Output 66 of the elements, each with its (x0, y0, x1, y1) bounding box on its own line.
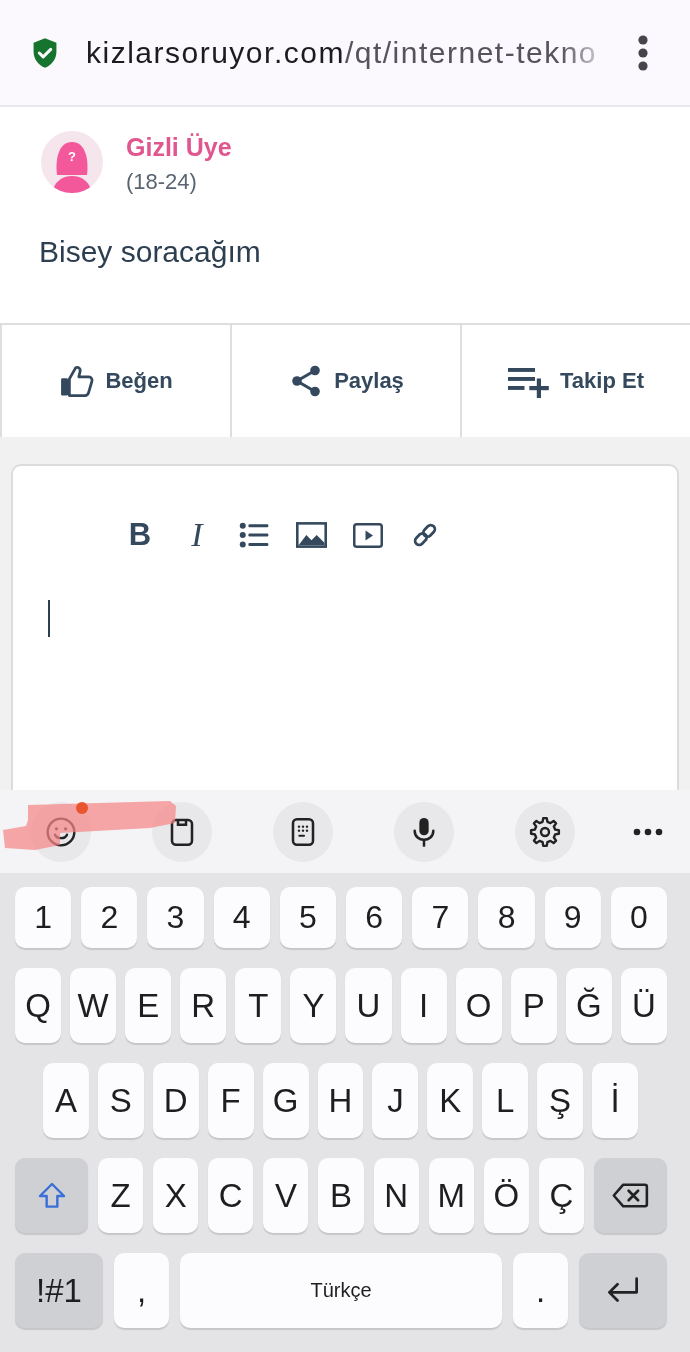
play-video-icon (353, 522, 383, 548)
keyboard-key[interactable]: Ç (538, 1158, 584, 1233)
keyboard-key[interactable]: 9 (544, 887, 601, 948)
italic-button[interactable]: I (175, 513, 219, 557)
avatar-question-mark: ? (68, 149, 76, 164)
keyboard-key[interactable]: Ü (620, 968, 667, 1043)
thumbs-up-icon (59, 363, 96, 399)
keyboard-key[interactable]: 1 (15, 887, 72, 948)
keyboard-key[interactable]: M (428, 1158, 474, 1233)
keyboard-key[interactable]: J (372, 1063, 419, 1138)
keyboard-key[interactable]: P (510, 968, 557, 1043)
keyboard-key[interactable]: O (455, 968, 502, 1043)
keyboard-key[interactable]: X (153, 1158, 199, 1233)
keyboard-key[interactable]: 5 (279, 887, 336, 948)
link-icon (411, 521, 439, 549)
keyboard-key[interactable]: 0 (610, 887, 668, 948)
symbols-key[interactable]: !#1 (15, 1253, 103, 1328)
keyboard-key[interactable]: I (400, 968, 447, 1043)
keyboard-key[interactable]: G (262, 1063, 309, 1138)
keyboard-key[interactable]: W (70, 968, 117, 1043)
keyboard-key[interactable]: Q (15, 968, 62, 1043)
keyboard-key[interactable]: İ (592, 1063, 638, 1138)
keyboard-key[interactable]: K (427, 1063, 474, 1138)
keyboard-key[interactable]: . (513, 1253, 568, 1328)
keyboard-key[interactable]: B (318, 1158, 364, 1233)
enter-key[interactable] (579, 1253, 667, 1328)
backspace-key[interactable] (594, 1158, 667, 1233)
avatar-silhouette-icon (41, 131, 103, 193)
post-text: Bisey soracağım (39, 234, 262, 270)
keyboard-key[interactable]: H (317, 1063, 364, 1138)
keyboard-key[interactable]: Ğ (565, 968, 612, 1043)
bullet-list-icon (239, 521, 269, 549)
keyboard-key[interactable]: D (152, 1063, 199, 1138)
age-range: (18-24) (126, 169, 198, 195)
keyboard-key[interactable]: 4 (213, 887, 270, 948)
backspace-icon (611, 1182, 650, 1209)
keyboard-key[interactable]: V (263, 1158, 309, 1233)
keyboard-key[interactable]: L (482, 1063, 529, 1138)
keyboard-key[interactable]: 3 (147, 887, 204, 948)
space-bar[interactable]: Türkçe (180, 1253, 502, 1328)
keyboard-key[interactable]: U (345, 968, 392, 1043)
keyboard-key[interactable]: S (97, 1063, 144, 1138)
keyboard-key[interactable]: T (235, 968, 282, 1043)
keyboard-key[interactable]: C (208, 1158, 254, 1233)
keyboard-key[interactable]: Ö (483, 1158, 529, 1233)
keyboard-key[interactable]: R (180, 968, 227, 1043)
image-icon (295, 522, 327, 548)
keyboard-key[interactable]: F (207, 1063, 254, 1138)
shift-key[interactable] (15, 1158, 88, 1233)
keyboard-key[interactable]: Ş (537, 1063, 584, 1138)
keyboard-key[interactable]: 2 (81, 887, 138, 948)
keyboard-key[interactable]: E (125, 968, 172, 1043)
settings-icon (529, 815, 561, 848)
keyboard-key[interactable]: 8 (478, 887, 535, 948)
keyboard-key[interactable]: N (373, 1158, 419, 1233)
reply-editor-field[interactable]: B I (11, 464, 679, 790)
keyboard-key[interactable]: 7 (412, 887, 469, 948)
bold-button[interactable]: B (118, 513, 162, 557)
keyboard-key[interactable]: Y (290, 968, 337, 1043)
keyboard-key[interactable]: A (43, 1063, 89, 1138)
more-horizontal-icon (633, 827, 663, 836)
keyboard-key[interactable]: Z (98, 1158, 144, 1233)
keyboard-key[interactable]: , (114, 1253, 169, 1328)
author-name[interactable]: Gizli Üye (126, 133, 232, 161)
keyboard-key[interactable]: 6 (346, 887, 403, 948)
more-vertical-icon[interactable] (637, 34, 649, 71)
